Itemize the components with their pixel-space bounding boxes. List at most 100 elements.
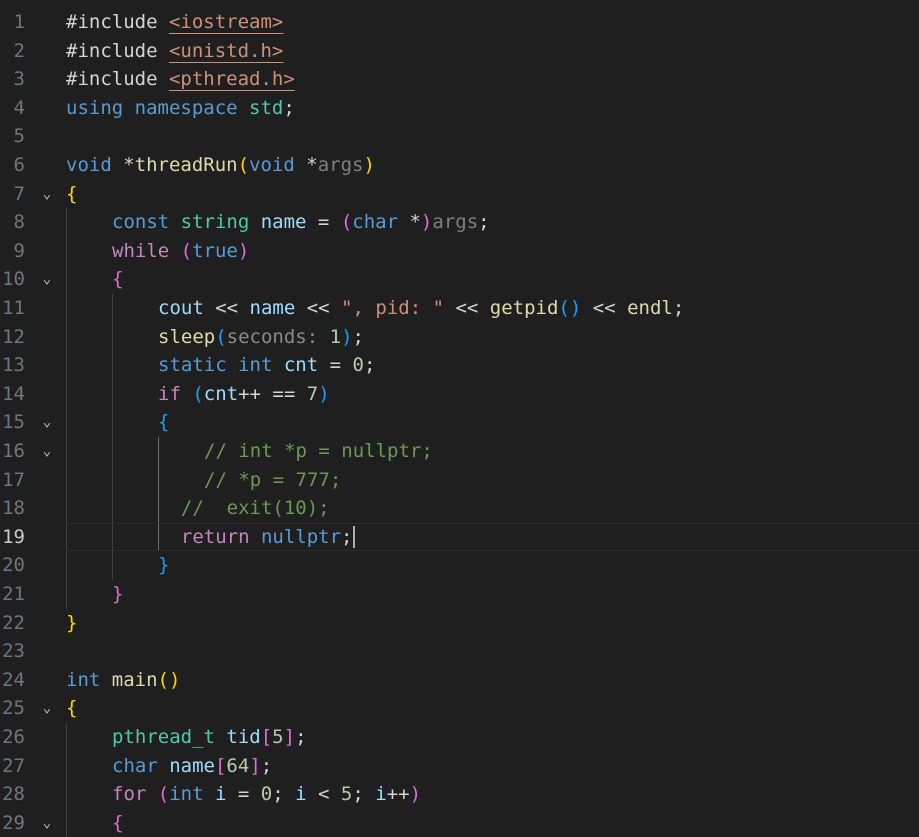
line-code: // *p = 777; <box>204 466 341 495</box>
code-editor[interactable]: 1 #include <iostream> 2 #include <unistd.h>… <box>0 0 919 837</box>
code-token: cout <box>158 297 216 319</box>
line-number: 15 <box>2 411 25 434</box>
code-token: true <box>192 239 238 262</box>
code-token: void <box>249 154 307 176</box>
line-number: 16 <box>2 440 25 462</box>
code-token: ; <box>672 297 685 319</box>
fold-chevron-icon[interactable]: ⌄ <box>38 437 56 466</box>
line-code: int main() <box>66 666 180 695</box>
line-number: 19 <box>2 525 25 548</box>
code-token: if <box>158 382 193 405</box>
code-line[interactable]: 9 while (true) <box>0 237 919 266</box>
code-line[interactable]: 2 #include <unistd.h> <box>0 37 919 66</box>
line-number: 17 <box>2 468 25 491</box>
code-line[interactable]: 16 ⌄ // int *p = nullptr; <box>0 437 919 466</box>
line-number: 11 <box>2 297 25 319</box>
code-token: #include <box>66 11 169 33</box>
line-code: char name[64]; <box>112 752 272 781</box>
code-line[interactable]: 5 <box>0 122 919 151</box>
code-token: ) <box>420 211 433 234</box>
code-token: int <box>66 668 112 691</box>
line-number: 14 <box>2 382 25 405</box>
code-token: } <box>158 554 170 577</box>
line-number: 10 <box>2 268 25 291</box>
code-line[interactable]: 29 ⌄ { <box>0 809 919 837</box>
code-token: using <box>66 96 135 119</box>
code-token: ) <box>237 239 250 262</box>
code-line[interactable]: 3 #include <pthread.h> <box>0 65 919 94</box>
code-line[interactable]: 26 pthread_t tid[5]; <box>0 723 919 752</box>
code-token: #include <box>66 68 169 91</box>
code-line[interactable]: 20} <box>0 551 919 580</box>
code-line[interactable]: 22} <box>0 609 919 638</box>
fold-chevron-icon[interactable]: ⌄ <box>38 408 56 437</box>
code-token: ", pid: " <box>341 297 456 319</box>
code-line[interactable]: 23 <box>0 637 919 666</box>
code-line[interactable]: 28 for (int i = 0; i < 5; i++) <box>0 780 919 809</box>
code-token: i <box>295 783 318 806</box>
code-line[interactable]: 21} <box>0 580 919 609</box>
code-token: ( <box>192 382 204 405</box>
code-line[interactable]: 13 static int cnt = 0; <box>0 351 919 380</box>
code-line[interactable]: 11 cout << name << ", pid: " << getpid() … <box>0 294 919 323</box>
line-code: // exit(10); <box>158 494 330 523</box>
code-token: <unistd.h> <box>168 39 284 62</box>
line-number: 18 <box>2 497 25 520</box>
code-line[interactable]: 12 sleep(seconds: 1); <box>0 323 919 352</box>
code-line[interactable]: 10 ⌄ { <box>0 265 919 294</box>
line-code: static int cnt = 0; <box>158 351 375 380</box>
code-token: cnt <box>283 354 330 377</box>
code-line[interactable]: 4 using namespace std; <box>0 94 919 123</box>
code-token: int <box>238 354 284 377</box>
code-line[interactable]: 8 const string name = (char *)args; <box>0 208 919 237</box>
code-token: = <box>329 354 353 377</box>
code-token: getpid <box>489 297 559 319</box>
line-number: 29 <box>2 811 25 834</box>
code-line[interactable]: 25 ⌄ { <box>0 694 919 723</box>
code-line[interactable]: 7 ⌄ { <box>0 180 919 209</box>
code-line[interactable]: 24 int main() <box>0 666 919 695</box>
line-number: 24 <box>2 668 25 691</box>
code-token: * <box>123 154 135 176</box>
code-line[interactable]: 15 ⌄ { <box>0 408 919 437</box>
code-line[interactable]: 6 void *threadRun(void *args) <box>0 151 919 180</box>
line-code: { <box>66 180 77 209</box>
code-token: 7 <box>306 382 319 405</box>
line-number: 2 <box>13 39 25 62</box>
code-line[interactable]: 14 if (cnt++ == 7) <box>0 380 919 409</box>
line-code: pthread_t tid[5]; <box>112 723 307 752</box>
code-line[interactable]: 18 // exit(10); <box>0 494 919 523</box>
fold-chevron-icon[interactable]: ⌄ <box>38 809 56 837</box>
code-line[interactable]: 1 #include <iostream> <box>0 8 919 37</box>
line-code: void *threadRun(void *args) <box>66 151 375 180</box>
code-token: tid <box>226 726 261 748</box>
line-number: 4 <box>13 96 25 119</box>
code-token: ; <box>272 783 296 806</box>
fold-chevron-icon[interactable]: ⌄ <box>38 180 56 209</box>
code-line[interactable]: 17 // *p = 777; <box>0 466 919 495</box>
line-number: 3 <box>13 68 25 91</box>
code-token: sleep <box>158 325 216 348</box>
code-token: { <box>112 811 124 834</box>
code-token: << <box>306 297 342 319</box>
code-token: name <box>169 754 215 777</box>
text-cursor <box>353 526 356 549</box>
fold-chevron-icon[interactable]: ⌄ <box>38 694 56 723</box>
code-token: args <box>432 211 479 234</box>
code-token: int <box>169 783 215 806</box>
code-token: } <box>66 611 78 634</box>
code-token: << <box>581 297 628 319</box>
line-code: // int *p = nullptr; <box>204 437 433 466</box>
code-token: ) <box>341 325 353 348</box>
code-token: args <box>317 154 364 176</box>
code-line[interactable]: 19 return nullptr; <box>0 522 919 552</box>
code-token: while <box>112 239 181 262</box>
code-token: threadRun <box>134 154 238 176</box>
fold-chevron-icon[interactable]: ⌄ <box>38 265 56 294</box>
code-token: << <box>455 297 490 319</box>
code-token: * <box>409 211 421 234</box>
code-line[interactable]: 27 char name[64]; <box>0 752 919 781</box>
code-token: ( <box>180 239 193 262</box>
code-token: << <box>215 297 250 319</box>
code-token: < <box>318 783 341 806</box>
